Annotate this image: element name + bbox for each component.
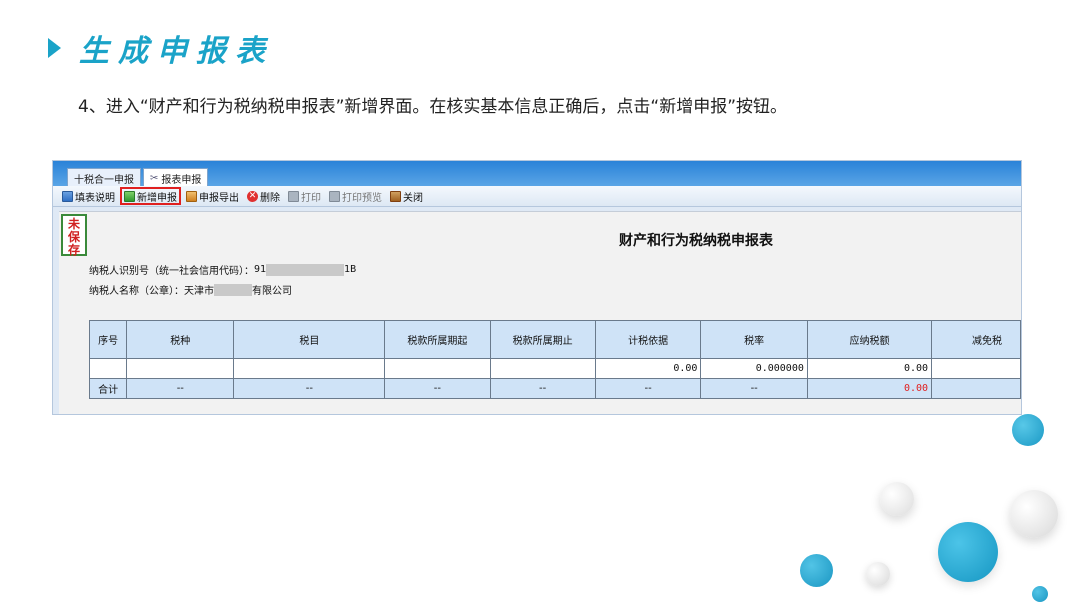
- export-button[interactable]: 申报导出: [183, 187, 242, 205]
- total-label: 合计: [88, 378, 128, 399]
- title-marker-icon: [48, 38, 61, 58]
- delete-button[interactable]: ✕ 删除: [244, 187, 283, 205]
- new-declaration-label: 新增申报: [137, 192, 177, 204]
- total-cell: --: [126, 378, 235, 399]
- decor-ball: [1012, 414, 1044, 446]
- tab-label: 十税合一申报: [74, 175, 134, 186]
- toolbar: 填表说明 新增申报 申报导出 ✕ 删除 打印 打印预览 关闭: [53, 186, 1021, 207]
- slide-title-text: 生成申报表: [79, 34, 274, 69]
- unsaved-stamp: 未保存: [61, 214, 87, 257]
- add-document-icon: [124, 190, 135, 202]
- table-row: 0.00 0.000000 0.00: [88, 358, 1021, 379]
- taxpayer-name-label: 纳税人名称（公章）：: [89, 286, 184, 297]
- taxpayer-id-label: 纳税人识别号（统一社会信用代码）：: [89, 266, 254, 277]
- table-cell[interactable]: [88, 358, 128, 379]
- header-tax-type: 税种: [126, 320, 235, 359]
- taxpayer-id-prefix: 91: [254, 264, 267, 275]
- close-label: 关闭: [403, 192, 423, 204]
- form-title: 财产和行为税纳税申报表: [619, 233, 773, 249]
- header-tax-payable: 应纳税额: [806, 320, 933, 359]
- slide-title: 生成申报表: [48, 26, 274, 70]
- delete-icon: ✕: [247, 190, 258, 202]
- total-cell: --: [489, 378, 596, 399]
- total-cell: [931, 378, 1021, 399]
- header-tax-basis: 计税依据: [594, 320, 702, 359]
- taxpayer-id-suffix: 1B: [344, 264, 357, 275]
- printer-icon: [288, 190, 299, 202]
- table-cell[interactable]: [489, 358, 596, 379]
- export-icon: [186, 190, 197, 202]
- header-tax-relief: 减免税: [931, 320, 1021, 359]
- total-cell: --: [233, 378, 386, 399]
- decor-ball: [1010, 490, 1058, 538]
- total-cell: --: [384, 378, 491, 399]
- fill-guide-button[interactable]: 填表说明: [59, 187, 118, 205]
- tools-icon: ✂: [150, 173, 159, 184]
- instruction-text: 4、进入“财产和行为税纳税申报表”新增界面。在核实基本信息正确后，点击“新增申报…: [78, 97, 788, 117]
- header-period-end: 税款所属期止: [489, 320, 596, 359]
- table-cell[interactable]: 0.000000: [700, 358, 808, 379]
- export-label: 申报导出: [199, 192, 239, 204]
- table-header-row: 序号 税种 税目 税款所属期起 税款所属期止 计税依据 税率 应纳税额 减免税: [88, 320, 1021, 359]
- decor-ball: [880, 482, 914, 516]
- taxpayer-name-line: 纳税人名称（公章）： 天津市 有限公司: [89, 282, 292, 297]
- new-declaration-button[interactable]: 新增申报: [120, 187, 181, 205]
- table-cell[interactable]: 0.00: [806, 358, 933, 379]
- table-cell[interactable]: [931, 358, 1021, 379]
- tab-bar: 十税合一申报 ✂ 报表申报: [53, 161, 1021, 186]
- total-tax-payable: 0.00: [806, 378, 933, 399]
- table-cell[interactable]: [126, 358, 235, 379]
- print-label: 打印: [301, 192, 321, 204]
- close-button[interactable]: 关闭: [387, 187, 426, 205]
- decor-ball: [1032, 586, 1048, 602]
- form-content: 未保存 财产和行为税纳税申报表 纳税人识别号（统一社会信用代码）： 91 1B …: [59, 211, 1021, 414]
- decor-ball: [866, 562, 890, 586]
- print-button[interactable]: 打印: [285, 187, 324, 205]
- table-total-row: 合计 -- -- -- -- -- -- 0.00: [88, 378, 1021, 399]
- tab-ten-tax-declaration[interactable]: 十税合一申报: [67, 168, 141, 186]
- table-cell[interactable]: [233, 358, 386, 379]
- redaction-mask: [214, 283, 252, 296]
- tab-form-declaration[interactable]: ✂ 报表申报: [143, 168, 209, 186]
- total-cell: --: [594, 378, 702, 399]
- close-door-icon: [390, 190, 401, 202]
- header-period-start: 税款所属期起: [384, 320, 491, 359]
- tab-label: 报表申报: [161, 175, 202, 186]
- print-preview-button[interactable]: 打印预览: [326, 187, 385, 205]
- table-cell[interactable]: 0.00: [594, 358, 702, 379]
- decor-ball: [938, 522, 998, 582]
- taxpayer-id-line: 纳税人识别号（统一社会信用代码）： 91 1B: [89, 262, 356, 277]
- header-tax-item: 税目: [233, 320, 386, 359]
- redaction-mask: [266, 263, 345, 276]
- taxpayer-name-suffix: 有限公司: [252, 286, 292, 297]
- print-preview-icon: [329, 190, 340, 202]
- document-icon: [62, 190, 73, 202]
- fill-guide-label: 填表说明: [75, 192, 115, 204]
- header-seq: 序号: [88, 320, 128, 359]
- total-cell: --: [700, 378, 808, 399]
- app-window: 十税合一申报 ✂ 报表申报 填表说明 新增申报 申报导出 ✕ 删除 打印 打印预…: [52, 160, 1022, 415]
- decor-ball: [800, 554, 833, 587]
- delete-label: 删除: [260, 192, 280, 204]
- declaration-table: 序号 税种 税目 税款所属期起 税款所属期止 计税依据 税率 应纳税额 减免税 …: [88, 320, 1021, 399]
- table-cell[interactable]: [384, 358, 491, 379]
- taxpayer-name-prefix: 天津市: [184, 286, 214, 297]
- header-tax-rate: 税率: [700, 320, 808, 359]
- print-preview-label: 打印预览: [342, 192, 382, 204]
